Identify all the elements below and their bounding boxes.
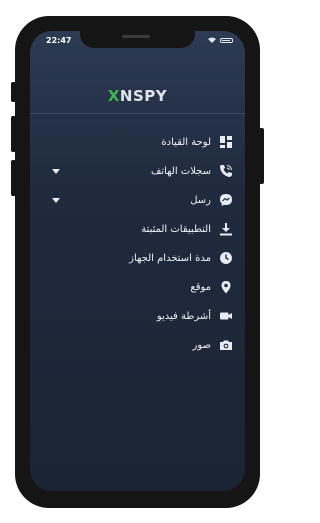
messenger-icon bbox=[219, 193, 233, 207]
menu-item-videos[interactable]: أشرطة فيديو bbox=[30, 305, 245, 327]
speaker bbox=[122, 35, 150, 38]
notch bbox=[80, 31, 195, 48]
menu-label: أشرطة فيديو bbox=[156, 310, 211, 322]
logo-text: NSPY bbox=[119, 87, 168, 105]
location-pin-icon bbox=[219, 280, 233, 294]
menu-label: التطبيقات المثبتة bbox=[141, 223, 211, 235]
menu-label: رسل bbox=[190, 194, 211, 206]
status-icons bbox=[208, 37, 233, 43]
menu-label: صور bbox=[192, 339, 212, 351]
menu-label: سجلات الهاتف bbox=[150, 165, 211, 177]
menu-item-screen-time[interactable]: مدة استخدام الجهاز bbox=[30, 247, 245, 269]
menu-item-installed-apps[interactable]: التطبيقات المثبتة bbox=[30, 218, 245, 240]
menu-item-messenger[interactable]: رسل bbox=[30, 189, 245, 211]
dashboard-icon bbox=[219, 135, 233, 149]
header-divider bbox=[30, 113, 245, 114]
download-icon bbox=[219, 222, 233, 236]
menu-label: مدة استخدام الجهاز bbox=[129, 252, 211, 264]
camera-icon bbox=[219, 338, 233, 352]
video-camera-icon bbox=[219, 309, 233, 323]
menu-item-photos[interactable]: صور bbox=[30, 334, 245, 356]
chevron-down-icon[interactable] bbox=[52, 197, 60, 203]
app-logo: XNSPY bbox=[30, 87, 245, 105]
phone-icon bbox=[219, 164, 233, 178]
menu-item-phone-logs[interactable]: سجلات الهاتف bbox=[30, 160, 245, 182]
status-time: 22:47 bbox=[46, 36, 72, 45]
menu-item-location[interactable]: موقع bbox=[30, 276, 245, 298]
battery-icon bbox=[220, 37, 233, 43]
menu-label: لوحة القيادة bbox=[161, 136, 211, 148]
wifi-icon bbox=[208, 37, 216, 43]
menu-label: موقع bbox=[190, 281, 211, 293]
chevron-down-icon[interactable] bbox=[52, 168, 60, 174]
menu-item-dashboard[interactable]: لوحة القيادة bbox=[30, 131, 245, 153]
phone-frame: 22:47 XNSPY لوحة القيادة سجلات الهاتف رس… bbox=[15, 16, 260, 508]
logo-x: X bbox=[107, 87, 120, 105]
phone-screen: 22:47 XNSPY لوحة القيادة سجلات الهاتف رس… bbox=[30, 31, 245, 491]
clock-icon bbox=[219, 251, 233, 265]
